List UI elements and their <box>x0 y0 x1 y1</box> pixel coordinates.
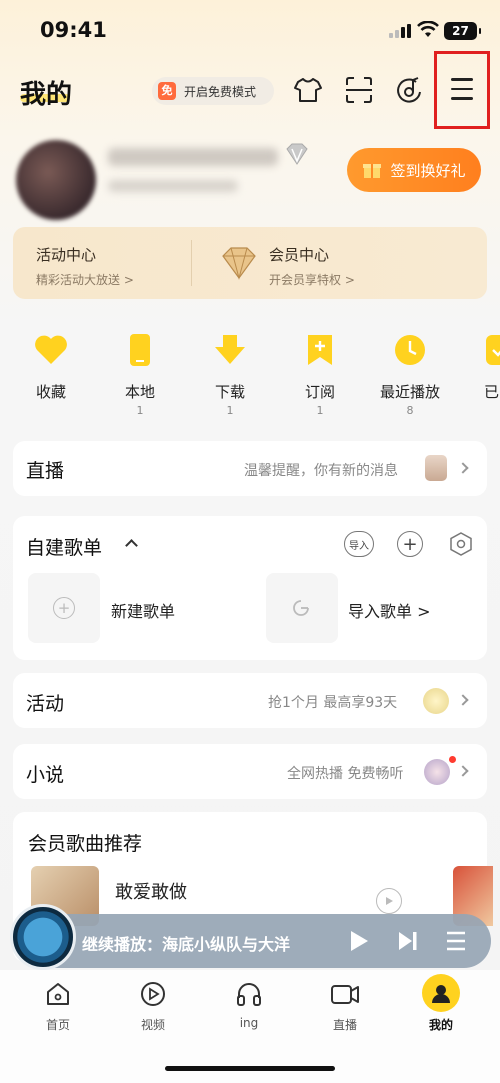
home-indicator <box>165 1066 335 1071</box>
tab-label: 我的 <box>428 1018 453 1032</box>
page-title: 我的 <box>20 80 73 110</box>
quick-local[interactable]: 本地 1 <box>110 332 170 417</box>
activity-center-subtitle: 精彩活动大放送 > <box>36 273 134 287</box>
quick-recent[interactable]: 最近播放 8 <box>380 332 440 417</box>
signin-label: 签到换好礼 <box>390 161 466 180</box>
skin-tshirt-icon[interactable] <box>292 74 324 106</box>
headphones-icon <box>237 983 261 1006</box>
playlists-title: 自建歌单 <box>26 537 103 559</box>
import-button[interactable]: 导入 <box>344 531 374 557</box>
tab-label: ing <box>239 1016 259 1030</box>
play-icon[interactable] <box>348 929 370 953</box>
tab-mine[interactable]: 我的 <box>411 974 471 1033</box>
free-badge: 免 <box>158 82 176 100</box>
vip-songs-title: 会员歌曲推荐 <box>28 833 143 855</box>
status-time: 09:41 <box>40 18 107 42</box>
live-title: 直播 <box>26 460 65 482</box>
live-host-avatar <box>425 455 447 481</box>
activity-title: 活动 <box>26 693 65 715</box>
avatar[interactable] <box>16 140 96 220</box>
tab-label: 首页 <box>45 1018 70 1032</box>
video-play-icon <box>141 982 165 1006</box>
mine-active-badge <box>422 974 460 1012</box>
notification-dot <box>449 756 456 763</box>
vip-center-subtitle: 开会员享特权 > <box>269 273 355 287</box>
tab-ing[interactable]: ing <box>219 980 279 1030</box>
activity-center-title: 活动中心 <box>36 246 97 264</box>
signin-reward-button[interactable]: 签到换好礼 <box>347 148 481 192</box>
novel-hint: 全网热播 免费畅听 <box>287 766 404 782</box>
user-icon <box>432 985 450 1003</box>
novel-row[interactable] <box>13 744 487 799</box>
purchased-icon <box>486 335 500 365</box>
free-mode-button[interactable]: 免 开启免费模式 <box>152 77 274 105</box>
tab-label: 视频 <box>140 1018 165 1032</box>
quick-label: 已 <box>484 383 500 401</box>
playlist-queue-icon[interactable] <box>444 930 468 952</box>
quick-count: 1 <box>226 404 234 417</box>
plus-icon: + <box>53 597 75 619</box>
import-refresh-icon <box>293 600 309 616</box>
now-playing-cover[interactable] <box>10 904 76 970</box>
quick-label: 最近播放 <box>380 383 441 401</box>
new-playlist-label[interactable]: 新建歌单 <box>111 598 175 622</box>
home-icon <box>47 983 69 1005</box>
username-blurred <box>108 148 278 166</box>
song-title[interactable]: 敢爱敢做 <box>115 878 187 904</box>
bookmark-plus-icon <box>308 335 332 365</box>
quick-favorites[interactable]: 收藏 <box>21 332 81 404</box>
add-playlist-icon[interactable]: + <box>397 531 423 557</box>
wifi-icon <box>417 21 439 37</box>
user-subtitle-blurred <box>108 180 238 192</box>
divider <box>191 240 192 286</box>
activity-avatar <box>423 688 449 714</box>
clock-icon <box>395 335 425 365</box>
quick-count: 1 <box>316 404 324 417</box>
vip-diamond-icon <box>286 143 308 165</box>
tab-live[interactable]: 直播 <box>315 980 375 1033</box>
import-playlist-label[interactable]: 导入歌单 > <box>348 598 431 622</box>
live-hint: 温馨提醒，你有新的消息 <box>244 463 398 479</box>
gift-icon <box>363 164 382 178</box>
battery-icon: 27 <box>444 22 481 40</box>
quick-download[interactable]: 下载 1 <box>200 332 260 417</box>
music-recognition-icon[interactable] <box>394 74 426 106</box>
novel-avatar <box>424 759 450 785</box>
quick-label: 本地 <box>124 383 155 401</box>
vip-crown-gem-icon <box>222 247 256 280</box>
vip-center[interactable]: 会员中心 开会员享特权 > <box>269 244 355 288</box>
scan-icon[interactable] <box>343 74 375 106</box>
novel-title: 小说 <box>26 764 65 786</box>
quick-count: 1 <box>136 404 144 417</box>
vip-center-title: 会员中心 <box>269 246 330 264</box>
tab-home[interactable]: 首页 <box>28 980 88 1033</box>
tab-video[interactable]: 视频 <box>123 980 183 1033</box>
download-arrow-icon <box>215 335 245 364</box>
play-song-icon[interactable] <box>376 888 402 914</box>
phone-icon <box>130 334 150 366</box>
activity-hint: 抢1个月 最高享93天 <box>268 695 398 711</box>
quick-purchased[interactable]: 已 <box>470 332 500 402</box>
activity-center[interactable]: 活动中心 精彩活动大放送 > <box>36 244 134 288</box>
quick-label: 订阅 <box>304 383 335 401</box>
live-camera-icon <box>331 985 359 1004</box>
heart-icon <box>35 335 67 364</box>
cellular-signal-icon <box>389 24 411 38</box>
quick-label: 收藏 <box>35 383 66 401</box>
player-continue-text: 继续播放：海底小纵队与大洋 <box>82 935 291 954</box>
free-mode-label: 开启免费模式 <box>184 84 257 99</box>
tab-label: 直播 <box>332 1018 357 1032</box>
quick-count: 8 <box>406 404 414 417</box>
menu-icon[interactable] <box>451 78 473 107</box>
activity-row[interactable] <box>13 673 487 728</box>
next-track-icon[interactable] <box>396 929 420 953</box>
quick-label: 下载 <box>214 383 245 401</box>
quick-subscribe[interactable]: 订阅 1 <box>290 332 350 417</box>
settings-hex-icon[interactable] <box>448 531 474 557</box>
